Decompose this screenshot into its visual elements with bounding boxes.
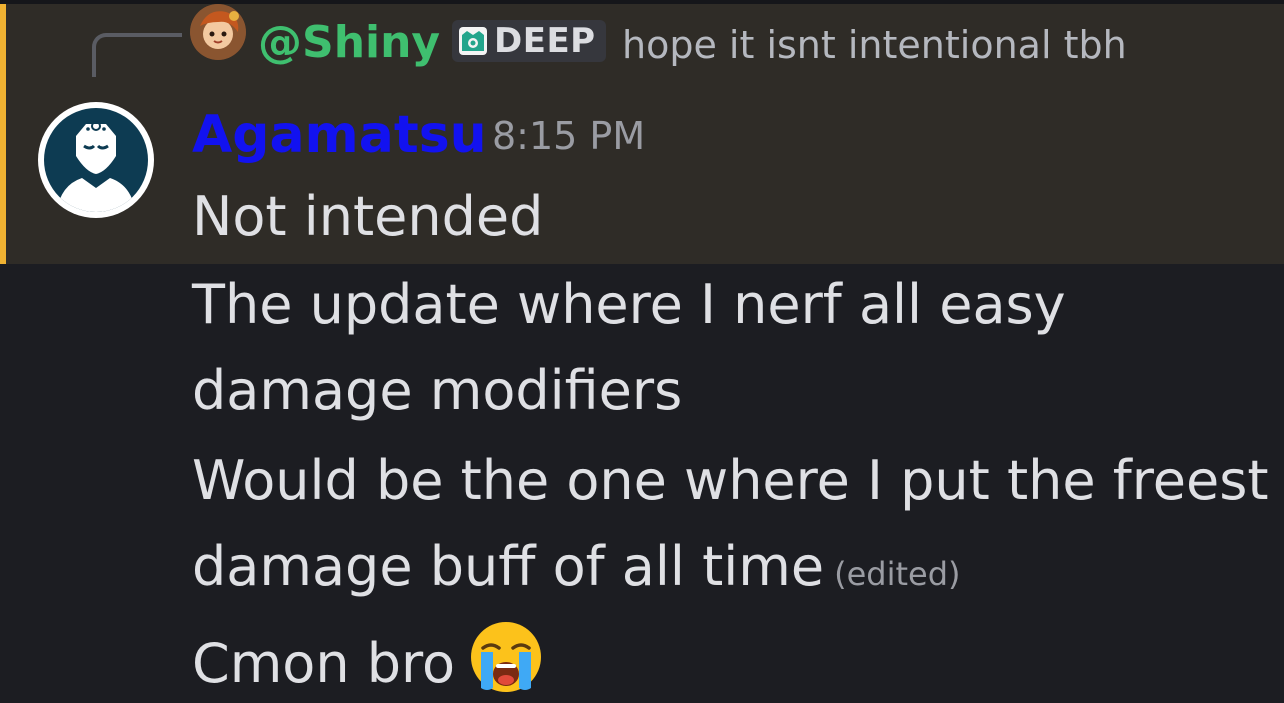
message-line-edited: damage buff of all time (edited) bbox=[192, 532, 960, 609]
message-line: Not intended bbox=[192, 185, 544, 248]
message-line: The update where I nerf all easy bbox=[192, 273, 1066, 336]
default-user-avatar-icon bbox=[40, 104, 152, 216]
author-avatar[interactable] bbox=[38, 102, 154, 218]
character-avatar-icon bbox=[190, 4, 246, 60]
reply-preview-text[interactable]: hope it isnt intentional tbh bbox=[622, 14, 1127, 76]
message-line-text: Cmon bro bbox=[192, 632, 456, 695]
message-line-text: damage buff of all time bbox=[192, 535, 825, 598]
mention-accent-bar bbox=[0, 4, 6, 264]
message-line: damage modifiers bbox=[192, 359, 683, 422]
message-line: Would be the one where I put the freest bbox=[192, 449, 1269, 512]
reply-spine bbox=[92, 33, 182, 77]
reply-avatar[interactable] bbox=[190, 4, 246, 60]
message-timestamp[interactable]: 8:15 PM bbox=[492, 108, 645, 164]
chat-view: @Shiny DEEP hope it isnt intentional tbh bbox=[0, 0, 1284, 703]
role-tag-label: DEEP bbox=[494, 21, 596, 61]
edited-label[interactable]: (edited) bbox=[834, 555, 960, 593]
role-crown-icon bbox=[459, 27, 487, 55]
message-line-emoji: Cmon bro bbox=[192, 620, 543, 699]
role-tag[interactable]: DEEP bbox=[452, 20, 606, 62]
author-name[interactable]: Agamatsu bbox=[192, 102, 487, 168]
loudly-crying-face-emoji bbox=[471, 622, 542, 692]
reply-username[interactable]: @Shiny bbox=[258, 10, 440, 76]
